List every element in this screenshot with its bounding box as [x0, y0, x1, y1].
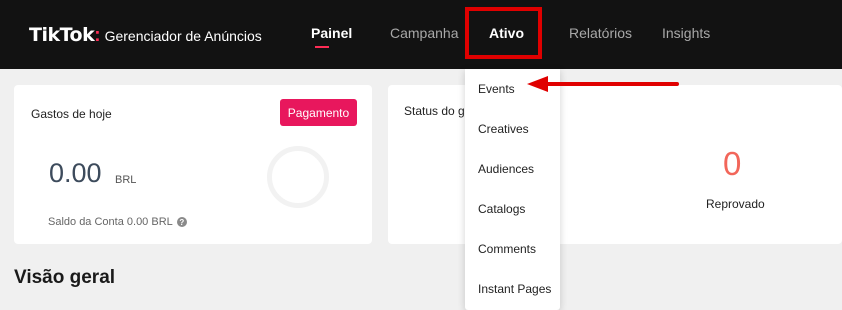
nav-tab-ativo[interactable]: Ativo — [489, 25, 524, 41]
card-title: Gastos de hoje — [31, 107, 112, 121]
menu-item-instant-pages[interactable]: Instant Pages — [478, 282, 551, 296]
rejected-label: Reprovado — [706, 197, 765, 211]
ativo-dropdown-menu: Events Creatives Audiences Catalogs Comm… — [465, 69, 560, 310]
menu-item-events[interactable]: Events — [478, 82, 515, 96]
active-tab-indicator — [315, 46, 329, 48]
nav-tab-campanha[interactable]: Campanha — [390, 25, 459, 41]
top-navigation-bar: TikTok : Gerenciador de Anúncios Painel … — [0, 0, 842, 69]
tiktok-logo-colon: : — [94, 25, 101, 46]
overview-heading: Visão geral — [14, 267, 116, 288]
menu-item-audiences[interactable]: Audiences — [478, 162, 534, 176]
spend-value: 0.00 — [49, 158, 102, 188]
currency-label: BRL — [115, 174, 137, 186]
nav-tab-painel[interactable]: Painel — [311, 25, 352, 41]
question-circle-icon[interactable]: ? — [176, 217, 187, 227]
menu-item-creatives[interactable]: Creatives — [478, 122, 529, 136]
balance-text: Saldo da Conta 0.00 BRL — [48, 216, 173, 228]
account-balance: Saldo da Conta 0.00 BRL ? — [48, 216, 187, 228]
nav-tab-relatorios[interactable]: Relatórios — [569, 25, 632, 41]
nav-tab-insights[interactable]: Insights — [662, 25, 710, 41]
spend-today-card: Gastos de hoje Pagamento 0.00 BRL Saldo … — [14, 85, 372, 244]
rejected-count[interactable]: 0 — [723, 145, 741, 183]
brand-logo[interactable]: TikTok : Gerenciador de Anúncios — [29, 24, 262, 47]
menu-item-comments[interactable]: Comments — [478, 242, 536, 256]
red-arrow-icon — [527, 76, 679, 92]
group-status-card: Status do gr 0 Reprovado — [388, 85, 842, 244]
spend-donut-chart — [267, 146, 329, 208]
tiktok-logo-text: TikTok — [29, 24, 95, 46]
menu-item-catalogs[interactable]: Catalogs — [478, 202, 525, 216]
payment-button[interactable]: Pagamento — [280, 99, 357, 126]
card-title: Status do gr — [404, 104, 469, 118]
brand-subtitle: Gerenciador de Anúncios — [104, 28, 262, 44]
